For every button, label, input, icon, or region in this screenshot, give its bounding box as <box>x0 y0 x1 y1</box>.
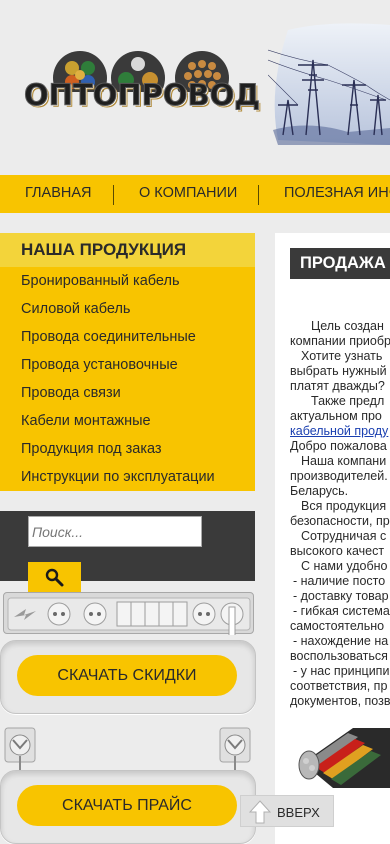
text-line: Также предл <box>311 394 385 408</box>
product-link[interactable]: кабельной проду <box>290 424 390 439</box>
download-price-button[interactable]: Скачать прайс <box>17 785 237 826</box>
header: ОПТОПРОВОД <box>0 0 390 175</box>
content-text: Цель создан компании приобр Хотите узнат… <box>290 319 390 709</box>
text-line: С нами удобно <box>301 559 388 573</box>
nav-divider <box>113 185 114 205</box>
sidebar-item-power-cable[interactable]: Силовой кабель <box>21 301 130 317</box>
text-line: выбрать нужный <box>290 364 387 378</box>
nav-item-useful-info[interactable]: Полезная инф <box>284 185 390 201</box>
page-title: Продажа <box>290 248 390 279</box>
power-strip-decoration <box>3 592 254 638</box>
sidebar-item-connecting-wires[interactable]: Провода соединительные <box>21 329 196 345</box>
text-line: соответствия, пр <box>290 679 388 693</box>
text-line: актуальном про <box>290 409 382 423</box>
logo-text: ОПТОПРОВОД <box>24 78 261 113</box>
download-discounts-button[interactable]: Скачать скидки <box>17 655 237 696</box>
cable-cross-section-image <box>298 728 390 788</box>
text-line: Сотрудничая с <box>301 529 387 543</box>
main-content: Продажа Цель создан компании приобр Хоти… <box>275 233 390 844</box>
search-input[interactable] <box>28 516 202 547</box>
nav-item-home[interactable]: Главная <box>25 185 92 201</box>
search-button[interactable] <box>28 562 81 594</box>
main-nav: Главная О компании Полезная инф <box>0 175 390 213</box>
text-line: документов, позв <box>290 694 390 708</box>
text-line: - гибкая система <box>293 604 390 618</box>
text-line: самостоятельно <box>290 619 385 633</box>
download-price-panel: Скачать прайс <box>0 770 256 844</box>
text-line: - доставку товар <box>293 589 389 603</box>
text-line: Добро пожалова <box>290 439 387 453</box>
product-menu: Наша продукция Бронированный кабель Сило… <box>0 233 255 491</box>
logo[interactable]: ОПТОПРОВОД <box>24 50 261 115</box>
text-line: Беларусь. <box>290 484 349 498</box>
sidebar-item-installation-wires[interactable]: Провода установочные <box>21 357 178 373</box>
text-line: производителей. <box>290 469 388 483</box>
text-line: воспользоваться <box>290 649 388 663</box>
power-outlet-icon <box>7 597 251 638</box>
product-menu-title: Наша продукция <box>0 233 255 267</box>
text-line: безопасности, пр <box>290 514 390 528</box>
plug-decoration-icon <box>4 727 251 776</box>
text-line: Вся продукция <box>301 499 387 513</box>
sidebar-item-instructions[interactable]: Инструкции по эксплуатации <box>21 469 215 485</box>
text-line: компании приобр <box>290 334 390 348</box>
text-line: Цель создан <box>311 319 384 333</box>
text-line: - наличие посто <box>293 574 386 588</box>
arrow-up-icon <box>249 800 271 824</box>
sidebar-item-communication-wires[interactable]: Провода связи <box>21 385 121 401</box>
sidebar-item-armored-cable[interactable]: Бронированный кабель <box>21 273 180 289</box>
sidebar-item-mounting-cables[interactable]: Кабели монтажные <box>21 413 151 429</box>
back-to-top-label: Вверх <box>277 805 320 820</box>
back-to-top-button[interactable]: Вверх <box>240 795 334 827</box>
download-discounts-panel: Скачать скидки <box>0 640 256 714</box>
text-line: - у нас принципи <box>293 664 390 678</box>
text-line: платят дважды? <box>290 379 385 393</box>
nav-item-about[interactable]: О компании <box>139 185 237 201</box>
text-line: Наша компани <box>301 454 387 468</box>
nav-divider <box>258 185 259 205</box>
text-line: - нахождение на <box>293 634 389 648</box>
power-pylons-image <box>268 23 390 146</box>
sidebar-item-custom-products[interactable]: Продукция под заказ <box>21 441 162 457</box>
search-icon <box>45 568 64 587</box>
text-line: Хотите узнать <box>301 349 383 363</box>
text-line: высокого качест <box>290 544 385 558</box>
